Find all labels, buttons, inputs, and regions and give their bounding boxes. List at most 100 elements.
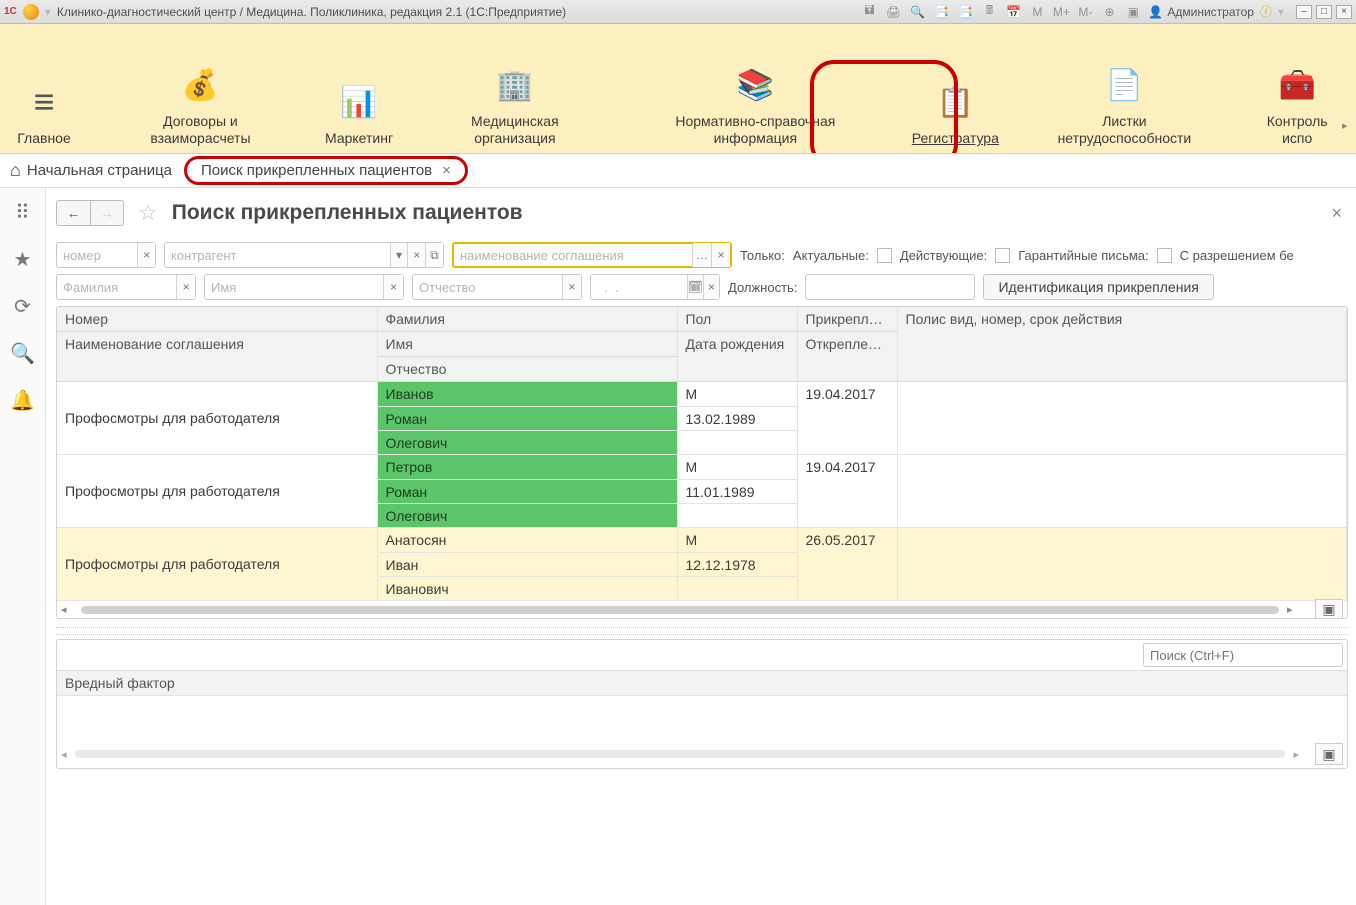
th-patronymic[interactable]: Отчество bbox=[377, 357, 677, 382]
menu-item-medorg[interactable]: 🏢 Медицинская организация bbox=[433, 61, 596, 147]
favorites-icon[interactable]: ★ bbox=[14, 247, 32, 272]
th-dob[interactable]: Дата рождения bbox=[677, 332, 797, 382]
scrollbar-thumb[interactable] bbox=[81, 606, 1279, 614]
filter-position-input[interactable] bbox=[806, 275, 974, 299]
window-maximize-button[interactable]: □ bbox=[1316, 5, 1332, 19]
menu-item-marketing[interactable]: 📊 Маркетинг bbox=[327, 78, 391, 147]
mem-m-button[interactable]: M bbox=[1028, 3, 1046, 21]
window-minimize-button[interactable]: – bbox=[1296, 5, 1312, 19]
clear-icon[interactable]: × bbox=[703, 275, 719, 299]
filter-surname-input[interactable] bbox=[57, 275, 176, 299]
table-row[interactable]: Профосмотры для работодателяПетровРоманО… bbox=[57, 455, 1347, 528]
clear-icon[interactable]: × bbox=[137, 243, 155, 267]
scroll-right-icon[interactable]: ▸ bbox=[1293, 748, 1299, 761]
filter-agreement-input[interactable] bbox=[454, 244, 692, 266]
round-ball-icon[interactable] bbox=[23, 4, 39, 20]
zoom-icon[interactable]: ⊕ bbox=[1100, 3, 1118, 21]
bottom-panel: Вредный фактор ◂ ▸ ▣ bbox=[56, 639, 1348, 769]
splitter[interactable] bbox=[56, 627, 1348, 635]
clear-icon[interactable]: × bbox=[407, 243, 425, 267]
calendar-icon[interactable]: 📅 bbox=[1004, 3, 1022, 21]
tool2-icon[interactable]: 📑 bbox=[956, 3, 974, 21]
filter-name-input[interactable] bbox=[205, 275, 383, 299]
calendar-icon[interactable]: 🗓 bbox=[687, 275, 703, 299]
table-hscroll[interactable]: ◂ ▸ ▣ bbox=[57, 600, 1347, 618]
notifications-icon[interactable]: 🔔 bbox=[10, 388, 35, 413]
clear-icon[interactable]: × bbox=[711, 243, 730, 267]
menu-item-sicklists[interactable]: 📄 Листки нетрудоспособности bbox=[1038, 61, 1210, 147]
cell-attached: 19.04.2017 bbox=[797, 455, 897, 528]
filter-name-field[interactable]: × bbox=[204, 274, 404, 300]
warranty-checkbox[interactable] bbox=[1157, 248, 1172, 263]
filter-contragent-input[interactable] bbox=[165, 243, 390, 267]
print-icon[interactable]: 🖨 bbox=[884, 3, 902, 21]
choose-icon[interactable]: … bbox=[692, 243, 711, 267]
clear-icon[interactable]: × bbox=[176, 275, 195, 299]
collapse-up-button[interactable]: ▣ bbox=[1315, 743, 1343, 765]
filter-patronymic-input[interactable] bbox=[413, 275, 562, 299]
nav-back-button[interactable]: ← bbox=[56, 200, 90, 226]
collapse-up-button[interactable]: ▣ bbox=[1315, 599, 1343, 620]
cell-sex-dob: М13.02.1989 bbox=[677, 382, 797, 455]
th-surname[interactable]: Фамилия bbox=[377, 307, 677, 332]
th-number[interactable]: Номер bbox=[57, 307, 377, 332]
search-icon[interactable]: 🔍 bbox=[10, 341, 35, 366]
menu-item-control[interactable]: 🧰 Контроль испо bbox=[1252, 61, 1342, 147]
tab-current[interactable]: Поиск прикрепленных пациентов × bbox=[184, 156, 468, 185]
user-name: Администратор bbox=[1167, 5, 1254, 19]
th-policy[interactable]: Полис вид, номер, срок действия bbox=[897, 307, 1347, 382]
open-icon[interactable]: ⧉ bbox=[425, 243, 443, 267]
nav-forward-button[interactable]: → bbox=[90, 200, 124, 226]
scroll-left-icon[interactable]: ◂ bbox=[61, 603, 73, 616]
page-close-button[interactable]: × bbox=[1331, 203, 1348, 224]
filter-date-field[interactable]: 🗓 × bbox=[590, 274, 720, 300]
filter-number-field[interactable]: × bbox=[56, 242, 156, 268]
scroll-right-icon[interactable]: ▸ bbox=[1287, 603, 1299, 616]
table-row[interactable]: Профосмотры для работодателяАнатосянИван… bbox=[57, 528, 1347, 601]
info-icon[interactable]: ⓘ bbox=[1260, 3, 1272, 20]
active-checkbox[interactable] bbox=[995, 248, 1010, 263]
th-attached[interactable]: Прикреплен ... bbox=[797, 307, 897, 332]
clear-icon[interactable]: × bbox=[383, 275, 403, 299]
tab-home[interactable]: ⌂ Начальная страница bbox=[10, 160, 172, 181]
ident-attachment-button[interactable]: Идентификация прикрепления bbox=[983, 274, 1213, 300]
favorite-star-icon[interactable]: ☆ bbox=[138, 200, 158, 226]
menu-label: Листки нетрудоспособности bbox=[1038, 113, 1210, 147]
table-row[interactable]: Профосмотры для работодателяИвановРоманО… bbox=[57, 382, 1347, 455]
compare-icon[interactable]: 📑 bbox=[932, 3, 950, 21]
user-area[interactable]: 👤 Администратор bbox=[1148, 5, 1254, 19]
scrollbar-thumb[interactable] bbox=[75, 750, 1286, 758]
window-close-button[interactable]: × bbox=[1336, 5, 1352, 19]
th-agreement[interactable]: Наименование соглашения bbox=[57, 332, 377, 382]
filter-position-field[interactable] bbox=[805, 274, 975, 300]
apps-icon[interactable]: ⠿ bbox=[15, 200, 30, 225]
menu-item-main[interactable]: ≡ Главное bbox=[14, 78, 74, 147]
scroll-left-icon[interactable]: ◂ bbox=[61, 748, 67, 761]
menu-item-contracts[interactable]: 💰 Договоры и взаиморасчеты bbox=[116, 61, 285, 147]
filter-surname-field[interactable]: × bbox=[56, 274, 196, 300]
preview-icon[interactable]: 🔍 bbox=[908, 3, 926, 21]
tab-close-button[interactable]: × bbox=[442, 162, 451, 179]
mem-mplus-button[interactable]: M+ bbox=[1052, 3, 1070, 21]
filter-patronymic-field[interactable]: × bbox=[412, 274, 582, 300]
bottom-search-input[interactable] bbox=[1144, 648, 1342, 663]
th-name[interactable]: Имя bbox=[377, 332, 677, 357]
calc-icon[interactable]: 🖩 bbox=[980, 3, 998, 21]
mem-mminus-button[interactable]: M- bbox=[1076, 3, 1094, 21]
filters-block: × ▾ × ⧉ … × Только: Актуальные: Действую… bbox=[56, 242, 1348, 300]
history-icon[interactable]: ⟳ bbox=[14, 294, 31, 319]
filter-agreement-field[interactable]: … × bbox=[452, 242, 732, 268]
clear-icon[interactable]: × bbox=[562, 275, 581, 299]
th-detached[interactable]: Откреплен от bbox=[797, 332, 897, 382]
panels-icon[interactable]: ▣ bbox=[1124, 3, 1142, 21]
actual-checkbox[interactable] bbox=[877, 248, 892, 263]
menu-more-button[interactable] bbox=[1342, 116, 1354, 128]
bottom-search-field[interactable] bbox=[1143, 643, 1343, 667]
dropdown-icon[interactable]: ▾ bbox=[390, 243, 408, 267]
tab-home-label: Начальная страница bbox=[27, 162, 172, 179]
filter-number-input[interactable] bbox=[57, 243, 137, 267]
save-icon[interactable]: 🖬 bbox=[860, 3, 878, 21]
th-sex[interactable]: Пол bbox=[677, 307, 797, 332]
filter-date-input[interactable] bbox=[591, 275, 687, 299]
filter-contragent-field[interactable]: ▾ × ⧉ bbox=[164, 242, 444, 268]
